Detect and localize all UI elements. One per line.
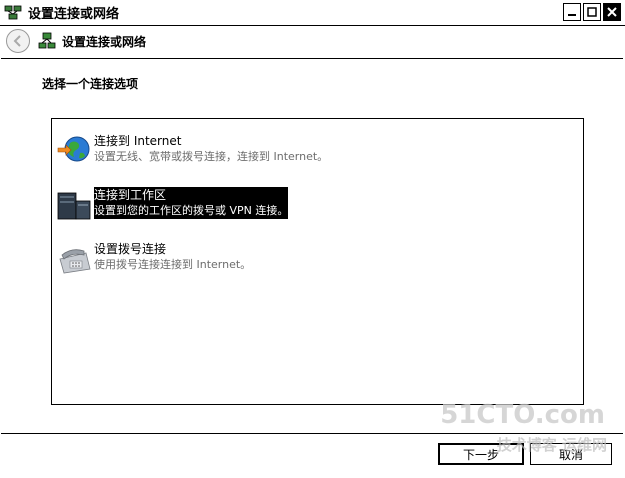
option-description: 设置到您的工作区的拨号或 VPN 连接。 [94,204,289,217]
workplace-icon [57,192,91,220]
globe-icon [57,136,90,162]
close-button[interactable] [603,3,621,21]
nav-title: 设置连接或网络 [62,34,147,49]
back-button[interactable] [6,29,30,53]
maximize-icon [587,7,597,17]
option-description: 设置无线、宽带或拨号连接，连接到 Internet。 [94,150,329,163]
option-connect-internet[interactable]: 连接到 Internet 设置无线、宽带或拨号连接，连接到 Internet。 [56,133,328,169]
option-title: 设置拨号连接 [94,242,167,256]
option-setup-dialup[interactable]: 设置拨号连接 使用拨号连接连接到 Internet。 [56,241,251,277]
network-app-icon [4,5,22,19]
close-icon [607,7,617,17]
option-description: 使用拨号连接连接到 Internet。 [94,258,252,271]
watermark-logo: 51CTO.com [440,400,605,430]
back-arrow-icon [13,35,21,47]
telephone-icon [59,249,91,274]
minimize-icon [568,14,576,16]
minimize-button[interactable] [563,3,581,21]
option-connect-workplace[interactable]: 连接到工作区 设置到您的工作区的拨号或 VPN 连接。 [56,187,289,223]
window-controls [563,3,621,21]
navigation-bar: 设置连接或网络 [0,26,625,56]
watermark-subtitle: 技术博客 运维网 [496,436,607,454]
maximize-button[interactable] [583,3,601,21]
title-bar: 设置连接或网络 [0,0,625,26]
network-icon [38,32,56,49]
option-title: 连接到工作区 [94,188,167,202]
option-title: 连接到 Internet [94,134,182,148]
page-heading: 选择一个连接选项 [42,77,139,91]
connection-options-list: 连接到 Internet 设置无线、宽带或拨号连接，连接到 Internet。 … [51,118,584,405]
window-title: 设置连接或网络 [28,7,120,22]
